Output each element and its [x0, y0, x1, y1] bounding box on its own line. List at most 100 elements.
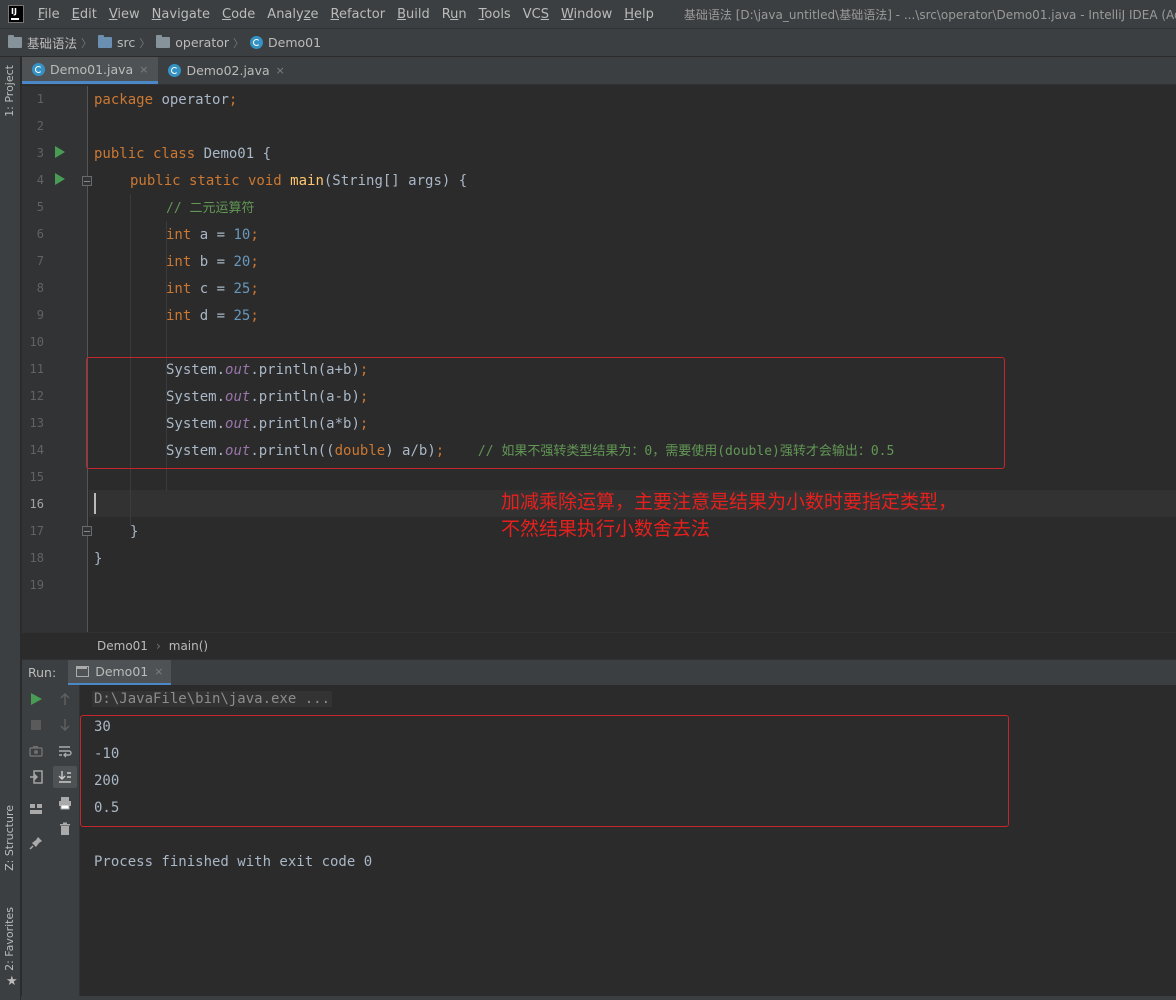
- print-icon[interactable]: [58, 796, 72, 810]
- intellij-logo-icon: [8, 5, 24, 23]
- line-number: 15: [29, 470, 44, 484]
- project-tool-tab[interactable]: 1: Project: [3, 65, 16, 117]
- nav-crumb-project-label: 基础语法: [27, 36, 78, 51]
- code-line-6: int a = 10;: [94, 222, 259, 249]
- menu-vcs[interactable]: VCS: [521, 7, 551, 22]
- editor-breadcrumb: Demo01 › main(): [22, 632, 1176, 659]
- highlight-box-output: [80, 715, 1009, 827]
- menu-edit[interactable]: Edit: [70, 7, 99, 22]
- keyword: int: [166, 308, 192, 324]
- run-tab-label: Demo01: [95, 663, 149, 679]
- line-number-current: 16: [29, 497, 44, 511]
- menu-refactor[interactable]: Refactor: [329, 7, 388, 22]
- scroll-to-end-toggle[interactable]: [53, 766, 77, 788]
- keyword: int: [166, 254, 192, 270]
- code-text: c =: [191, 281, 234, 297]
- code-text: (String[] args) {: [323, 173, 468, 189]
- line-number: 18: [29, 551, 44, 565]
- favorites-tool-tab[interactable]: 2: Favorites: [3, 907, 16, 971]
- tab-demo02-label: Demo02.java: [186, 63, 270, 78]
- keyword: public class: [94, 146, 196, 162]
- keyword: int: [166, 281, 192, 297]
- menu-run[interactable]: Run: [440, 7, 469, 22]
- close-icon[interactable]: ×: [276, 64, 285, 77]
- close-icon[interactable]: ×: [139, 63, 148, 76]
- comment: // 二元运算符: [166, 201, 255, 216]
- login-icon[interactable]: [29, 770, 43, 784]
- window-title: 基础语法 [D:\java_untitled\基础语法] - ...\src\o…: [683, 7, 1176, 22]
- line-number: 6: [36, 227, 44, 241]
- run-main-icon[interactable]: [55, 173, 65, 185]
- number-literal: 25: [233, 308, 251, 324]
- menu-code[interactable]: Code: [220, 7, 257, 22]
- menu-tools[interactable]: Tools: [477, 7, 513, 22]
- number-literal: 25: [233, 281, 251, 297]
- chevron-right-icon: 〉: [139, 36, 151, 50]
- console-command: D:\JavaFile\bin\java.exe ...: [92, 691, 333, 707]
- run-console[interactable]: D:\JavaFile\bin\java.exe ... 30 -10 200 …: [80, 685, 1176, 1000]
- code-line-7: int b = 20;: [94, 249, 259, 276]
- run-panel-header: Run: Demo01 ×: [22, 659, 1176, 686]
- chevron-right-icon: ›: [155, 639, 161, 653]
- menu-analyze[interactable]: Analyze: [265, 7, 320, 22]
- menu-navigate[interactable]: Navigate: [150, 7, 212, 22]
- run-class-icon[interactable]: [55, 146, 65, 158]
- code-text: }: [94, 551, 103, 567]
- nav-crumb-project[interactable]: 基础语法 〉: [8, 33, 98, 52]
- menu-file[interactable]: File: [36, 7, 62, 22]
- breadcrumb-class[interactable]: Demo01: [97, 639, 148, 653]
- project-tool-tab-label: 1: Project: [3, 65, 16, 117]
- menu-bar: File Edit View Navigate Code Analyze Ref…: [0, 0, 1176, 29]
- arrow-down-icon[interactable]: [58, 718, 72, 732]
- favorites-tool-tab-label: 2: Favorites: [3, 907, 16, 971]
- line-number: 4: [36, 173, 44, 187]
- editor-gutter: 1 2 3 4 5 6 7 8 9 10 11 12 13 14 15 16 1…: [22, 86, 92, 632]
- tab-demo02[interactable]: Demo02.java ×: [158, 57, 294, 84]
- line-number: 14: [29, 443, 44, 457]
- line-number: 8: [36, 281, 44, 295]
- camera-icon[interactable]: [29, 744, 43, 758]
- number-literal: 20: [233, 254, 251, 270]
- highlight-box-code: [86, 357, 1005, 469]
- run-panel-label: Run:: [28, 665, 57, 680]
- stop-icon[interactable]: [29, 718, 43, 732]
- menu-help[interactable]: Help: [622, 7, 656, 22]
- status-bar-edge: [21, 996, 1176, 1000]
- structure-tool-tab[interactable]: Z: Structure: [3, 805, 16, 871]
- fold-icon[interactable]: [82, 176, 92, 186]
- semicolon: ;: [250, 227, 259, 243]
- navigation-bar: 基础语法 〉 src 〉 operator 〉 Demo01: [0, 29, 1176, 57]
- java-class-icon: [168, 64, 182, 77]
- nav-crumb-class[interactable]: Demo01: [250, 35, 321, 50]
- tab-demo01[interactable]: Demo01.java ×: [22, 57, 159, 84]
- nav-crumb-package[interactable]: operator 〉: [156, 35, 250, 51]
- menu-build[interactable]: Build: [395, 7, 432, 22]
- source-folder-icon: [98, 35, 113, 48]
- trash-icon[interactable]: [58, 822, 72, 836]
- semicolon: ;: [250, 308, 259, 324]
- run-tab-demo01[interactable]: Demo01 ×: [68, 659, 172, 686]
- keyword: package: [94, 92, 154, 108]
- rerun-icon[interactable]: [29, 692, 43, 706]
- soft-wrap-icon[interactable]: [58, 744, 72, 758]
- annotation-note: 加减乘除运算，主要注意是结果为小数时要指定类型， 不然结果执行小数舍去法: [501, 491, 958, 540]
- pin-icon[interactable]: [29, 836, 43, 850]
- menu-window[interactable]: Window: [559, 7, 614, 22]
- fold-icon[interactable]: [82, 526, 92, 536]
- close-icon[interactable]: ×: [154, 665, 163, 678]
- menu-view[interactable]: View: [107, 7, 142, 22]
- number-literal: 10: [233, 227, 251, 243]
- code-editor[interactable]: 1 2 3 4 5 6 7 8 9 10 11 12 13 14 15 16 1…: [22, 86, 1176, 632]
- breadcrumb-method[interactable]: main(): [169, 639, 208, 653]
- arrow-up-icon[interactable]: [58, 692, 72, 706]
- line-number: 10: [29, 335, 44, 349]
- java-class-icon: [250, 36, 264, 49]
- code-line-8: int c = 25;: [94, 276, 259, 303]
- tab-demo01-label: Demo01.java: [50, 61, 134, 77]
- editor-tab-bar: Demo01.java × Demo02.java ×: [22, 57, 1176, 85]
- nav-crumb-src[interactable]: src 〉: [98, 35, 156, 51]
- code-line-17: }: [94, 519, 138, 546]
- star-icon: ★: [6, 974, 18, 989]
- code-text: b =: [191, 254, 234, 270]
- layout-icon[interactable]: [29, 802, 43, 816]
